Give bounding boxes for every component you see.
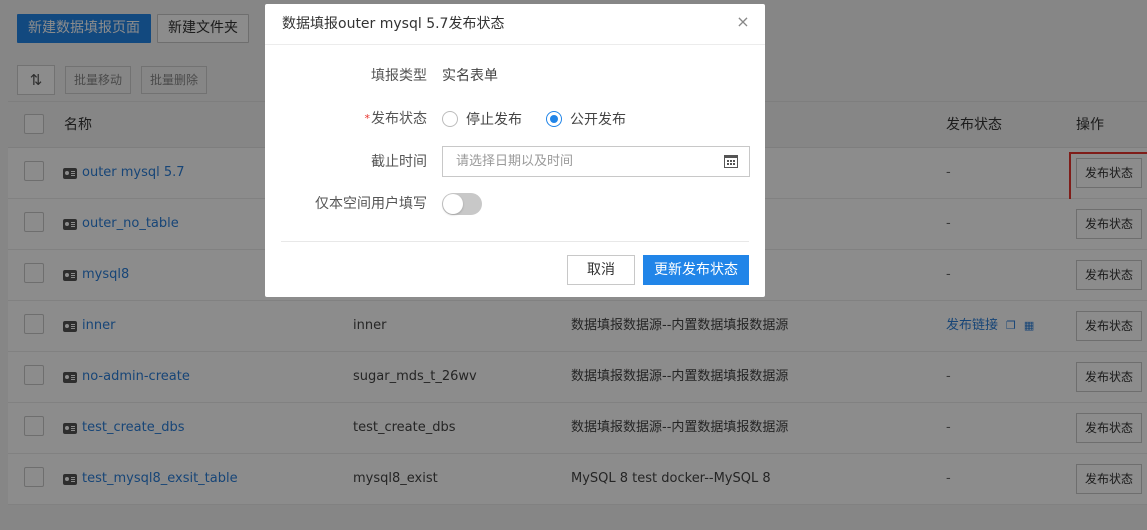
toggle-knob: [443, 194, 463, 214]
close-icon[interactable]: ×: [736, 14, 750, 30]
radio-public-publish[interactable]: 公开发布: [546, 109, 626, 129]
publish-status-label-text: 发布状态: [371, 111, 427, 127]
dialog-header: 数据填报outer mysql 5.7发布状态 ×: [265, 4, 765, 45]
required-mark: *: [364, 112, 371, 125]
publish-status-radio-group: 停止发布 公开发布: [442, 103, 626, 135]
dialog-title: 数据填报outer mysql 5.7发布状态: [282, 16, 505, 32]
deadline-label: 截止时间: [371, 154, 427, 170]
calendar-icon[interactable]: [724, 155, 738, 168]
radio-stop-publish[interactable]: 停止发布: [442, 109, 522, 129]
dialog-divider: [281, 241, 749, 242]
fill-type-row: 填报类型 实名表单: [265, 60, 765, 92]
fill-type-label: 填报类型: [371, 68, 427, 84]
publish-status-row: *发布状态 停止发布 公开发布: [265, 103, 765, 135]
publish-status-label: *发布状态: [365, 103, 428, 135]
space-only-label: 仅本空间用户填写: [315, 196, 427, 212]
cancel-button[interactable]: 取消: [567, 255, 635, 285]
space-only-toggle[interactable]: [442, 193, 482, 215]
radio-label: 公开发布: [570, 112, 626, 128]
deadline-placeholder: 请选择日期以及时间: [456, 154, 574, 169]
deadline-row: 截止时间 请选择日期以及时间: [265, 146, 765, 178]
publish-status-dialog: 数据填报outer mysql 5.7发布状态 × 填报类型 实名表单 *发布状…: [265, 4, 765, 297]
fill-type-value: 实名表单: [442, 68, 498, 84]
radio-circle-selected[interactable]: [546, 111, 562, 127]
radio-circle[interactable]: [442, 111, 458, 127]
space-only-row: 仅本空间用户填写: [265, 188, 765, 220]
radio-label: 停止发布: [466, 112, 522, 128]
update-publish-status-button[interactable]: 更新发布状态: [643, 255, 749, 285]
deadline-input[interactable]: 请选择日期以及时间: [442, 146, 750, 177]
